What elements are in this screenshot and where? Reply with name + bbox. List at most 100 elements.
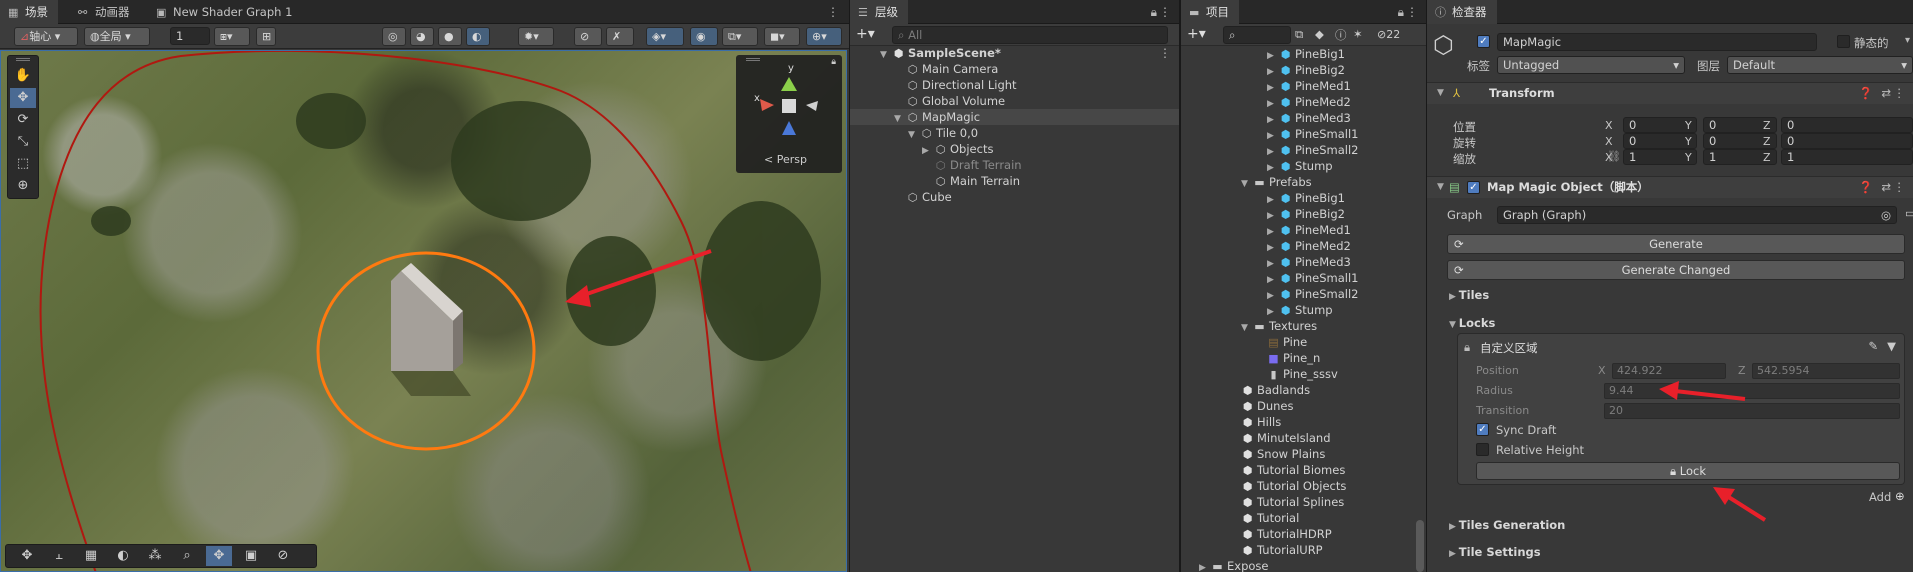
- presets-icon[interactable]: ⇄: [1881, 177, 1891, 198]
- project-asset[interactable]: ⬢ Tutorial Splines: [1241, 494, 1345, 510]
- scene-more-icon[interactable]: ⋮: [1159, 45, 1171, 61]
- project-asset[interactable]: ⬢ TutorialHDRP: [1241, 526, 1332, 542]
- project-asset[interactable]: ■ Pine_n: [1267, 350, 1320, 366]
- tiles-generation-foldout[interactable]: ▶ Tiles Generation: [1449, 518, 1565, 532]
- static-checkbox[interactable]: [1837, 35, 1850, 48]
- sphere-icon[interactable]: ◐: [110, 546, 136, 566]
- grid-size-field[interactable]: 1: [170, 27, 210, 45]
- tree-item[interactable]: ⬡ Main Camera: [906, 61, 999, 77]
- search-by-type-icon[interactable]: ⧉: [1295, 27, 1303, 42]
- project-asset[interactable]: ⬢ Tutorial Objects: [1241, 478, 1347, 494]
- transition-field[interactable]: 20: [1604, 403, 1900, 419]
- hand-tool-icon[interactable]: ✋: [10, 66, 36, 86]
- project-asset[interactable]: ▮ Pine_sssv: [1267, 366, 1337, 382]
- global-dropdown[interactable]: ◍全局 ▾: [84, 27, 150, 46]
- static-dropdown-icon[interactable]: ▾: [1905, 35, 1910, 46]
- shading-shaded-wireframe-icon[interactable]: ◕: [410, 27, 434, 46]
- hierarchy-search-input[interactable]: ⌕ All: [892, 26, 1168, 44]
- scene-viewport[interactable]: ✋ ✥ ⟳ ⤡ ⬚ ⊕ ✥ ⫠ ▦ ◐ ⁂ ⌕ ✥ ▣ ⊘ 🔒︎ y x < P…: [0, 50, 847, 572]
- shading-unlit-icon[interactable]: ●: [438, 27, 462, 46]
- project-asset[interactable]: ▶ ⬢ PineMed1: [1267, 78, 1351, 94]
- persp-label[interactable]: < Persp: [764, 153, 807, 166]
- generate-button[interactable]: ⟳ Generate: [1447, 234, 1905, 254]
- project-asset[interactable]: ▶ ⬢ PineSmall2: [1267, 142, 1359, 158]
- expand-arrow-icon[interactable]: ▼: [1241, 320, 1253, 336]
- tree-item[interactable]: ▶ ⬡ Objects: [922, 141, 993, 157]
- camera-dropdown[interactable]: ◼▾: [764, 27, 800, 46]
- lock-button[interactable]: 🔒︎ Lock: [1476, 462, 1900, 480]
- help-icon[interactable]: ❓: [1859, 177, 1873, 198]
- shading-wireframe-icon[interactable]: ◎: [382, 27, 406, 46]
- project-asset[interactable]: ▶ ⬢ PineMed3: [1267, 254, 1351, 270]
- tab-scene[interactable]: ▦ 场景: [0, 0, 58, 24]
- layer-dropdown[interactable]: Default ▾: [1727, 56, 1913, 74]
- position-field[interactable]: 0: [1781, 117, 1913, 133]
- project-asset[interactable]: ▶ ⬢ PineMed3: [1267, 110, 1351, 126]
- tile-settings-foldout[interactable]: ▶ Tile Settings: [1449, 545, 1541, 559]
- project-asset[interactable]: ▶ ⬢ PineSmall1: [1267, 270, 1359, 286]
- edit-pencil-icon[interactable]: ✎: [1868, 339, 1878, 353]
- rect-tool-icon[interactable]: ⬚: [10, 154, 36, 174]
- foldout-arrow-icon[interactable]: ▼: [1437, 83, 1444, 104]
- transform-header[interactable]: ▼ ⅄ Transform ❓ ⇄ ⋮: [1427, 82, 1913, 104]
- tree-item[interactable]: ⬡ Cube: [906, 189, 952, 205]
- align-icon[interactable]: ⫠: [46, 546, 72, 566]
- foldout-arrow-icon[interactable]: ▼: [1437, 177, 1444, 198]
- project-asset[interactable]: ▶ ⬢ PineBig2: [1267, 206, 1345, 222]
- effects-dropdown[interactable]: ◈▾: [646, 27, 684, 46]
- tree-item[interactable]: ⬡ Directional Light: [906, 77, 1017, 93]
- project-asset[interactable]: ⬢ TutorialURP: [1241, 542, 1323, 558]
- tiles-foldout[interactable]: ▶ Tiles: [1449, 288, 1489, 302]
- grid-icon[interactable]: ▦: [78, 546, 104, 566]
- tag-dropdown[interactable]: Untagged ▾: [1497, 56, 1685, 74]
- locks-foldout[interactable]: ▼ Locks: [1449, 316, 1495, 330]
- project-asset[interactable]: ⬢ Hills: [1241, 414, 1282, 430]
- project-asset[interactable]: ▶ ⬢ PineMed1: [1267, 222, 1351, 238]
- project-asset[interactable]: ⬢ Tutorial Biomes: [1241, 462, 1346, 478]
- add-lock-label[interactable]: Add: [1869, 490, 1891, 504]
- project-asset[interactable]: ▶ ⬢ PineBig1: [1267, 190, 1345, 206]
- zoom-icon[interactable]: ⌕: [174, 546, 200, 566]
- component-menu-icon[interactable]: ⋮: [1894, 83, 1906, 104]
- project-asset[interactable]: ⬢ Snow Plains: [1241, 446, 1326, 462]
- tab-animator[interactable]: ⚯ 动画器: [70, 0, 140, 24]
- camera-move-icon[interactable]: ▣: [238, 546, 264, 566]
- search-by-label-icon[interactable]: ◆: [1315, 27, 1324, 41]
- relative-height-checkbox[interactable]: [1476, 443, 1489, 456]
- project-scrollbar[interactable]: [1416, 520, 1424, 572]
- expand-arrow-icon[interactable]: ▼: [1241, 176, 1253, 192]
- collapse-arrow-icon[interactable]: ▶: [922, 143, 934, 159]
- layers-dropdown[interactable]: ⧉▾: [722, 27, 758, 46]
- more-menu-icon[interactable]: ⋮: [827, 0, 839, 24]
- project-folder[interactable]: ▼ ▬ Textures: [1241, 318, 1317, 334]
- project-asset[interactable]: ▶ ⬢ PineSmall2: [1267, 286, 1359, 302]
- lighting-toggle-icon[interactable]: ✗: [606, 27, 634, 46]
- project-asset[interactable]: ▶ ⬢ PineBig2: [1267, 62, 1345, 78]
- project-asset[interactable]: ⬢ MinuteIsland: [1241, 430, 1331, 446]
- graph-object-field[interactable]: Graph (Graph) ◎: [1497, 206, 1897, 224]
- more-menu-icon[interactable]: ⋮: [1159, 0, 1171, 24]
- tree-item-selected[interactable]: ▼ ⬡ MapMagic: [894, 109, 980, 125]
- orientation-gizmo[interactable]: 🔒︎ y x < Persp: [736, 55, 842, 173]
- project-asset[interactable]: ⬢ Tutorial: [1241, 510, 1300, 526]
- radius-field[interactable]: 9.44: [1604, 383, 1900, 399]
- expand-arrow-icon[interactable]: ▼: [894, 111, 906, 127]
- project-folder[interactable]: ▶ ▬ Expose: [1199, 558, 1268, 572]
- tree-item[interactable]: ⬡ Draft Terrain: [934, 157, 1022, 173]
- project-asset[interactable]: ▶ ⬢ Stump: [1267, 158, 1333, 174]
- debug-draw-mode-icon[interactable]: ✹▾: [518, 27, 554, 46]
- project-asset[interactable]: ⬢ Badlands: [1241, 382, 1310, 398]
- presets-icon[interactable]: ⇄: [1881, 83, 1891, 104]
- rotate-tool-icon[interactable]: ⟳: [10, 110, 36, 130]
- project-search-input[interactable]: ⌕: [1223, 26, 1291, 44]
- info-icon[interactable]: ⓘ: [1335, 27, 1347, 43]
- shading-shaded-icon[interactable]: ◐: [466, 27, 490, 46]
- rotation-field[interactable]: 0: [1781, 133, 1913, 149]
- object-name-field[interactable]: MapMagic: [1497, 33, 1817, 51]
- add-circle-icon[interactable]: ⊕: [1895, 489, 1905, 503]
- scale-tool-icon[interactable]: ⤡: [10, 132, 36, 152]
- add-dropdown-icon[interactable]: +▾: [856, 26, 875, 42]
- tree-item[interactable]: ⬡ Main Terrain: [934, 173, 1020, 189]
- tab-shader-graph[interactable]: ▣ New Shader Graph 1: [148, 0, 302, 24]
- move-handle-icon[interactable]: ✥: [14, 546, 40, 566]
